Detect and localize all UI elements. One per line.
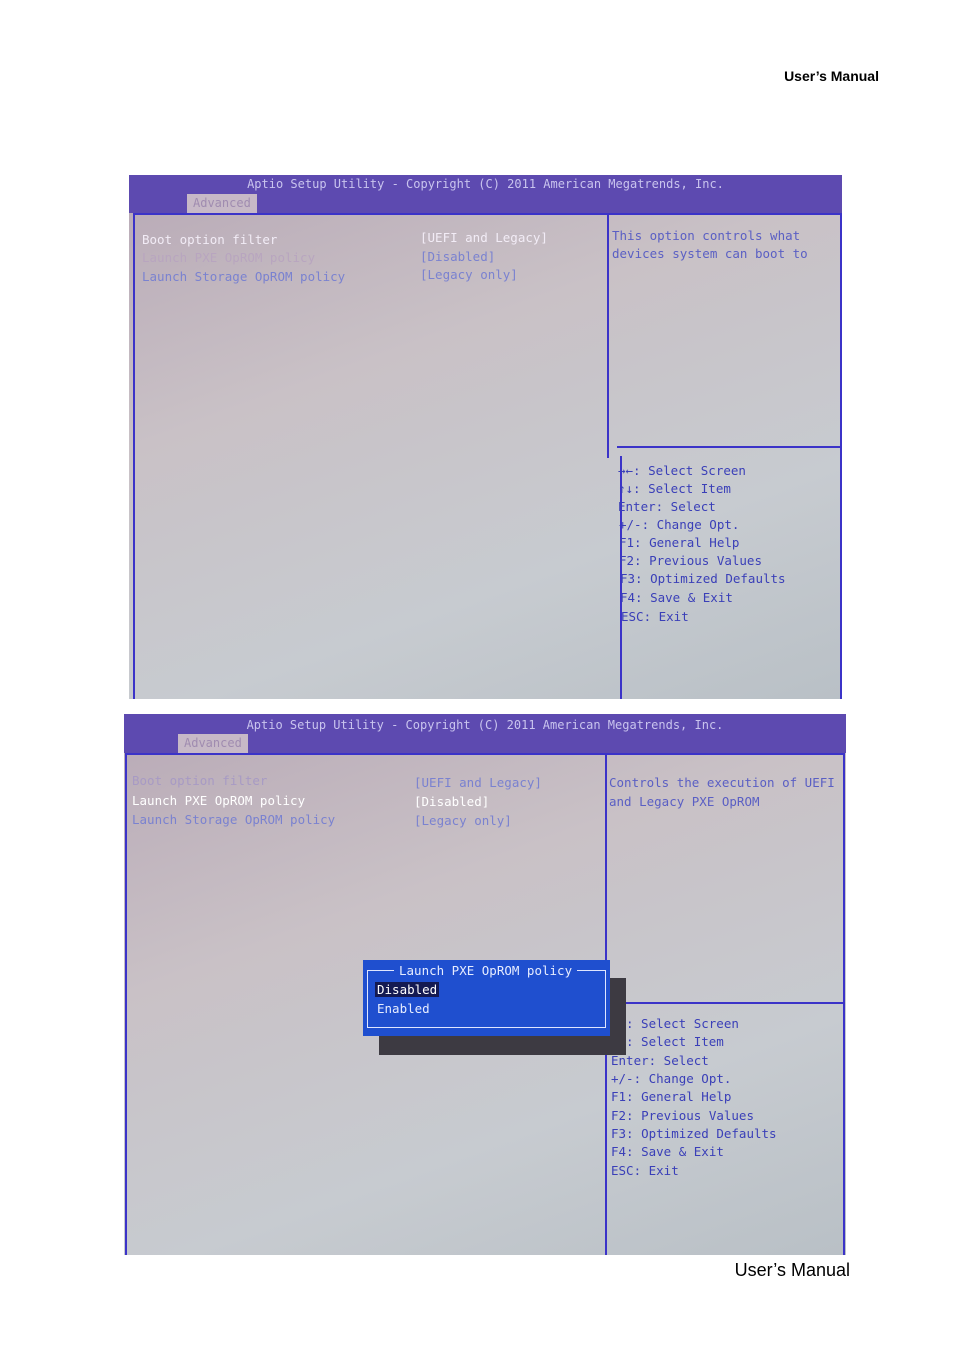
key-hint: Enter: Select [611,1053,709,1068]
value-boot-option-filter[interactable]: [UEFI and Legacy] [420,230,548,245]
key-hint: F4: Save & Exit [611,1144,724,1159]
bios-screenshot-1: Aptio Setup Utility - Copyright (C) 2011… [129,175,842,699]
key-hint: ↑↓: Select Item [618,481,731,496]
bios-title-bar: Aptio Setup Utility - Copyright (C) 2011… [129,175,842,213]
tab-advanced[interactable]: Advanced [187,194,257,213]
panel-divider [607,213,609,458]
key-hint: +/-: Change Opt. [611,1071,732,1086]
key-hint: : Select Screen [626,1016,739,1031]
page-header: User’s Manual [784,68,879,84]
row-launch-pxe[interactable]: Launch PXE OpROM policy [142,250,315,265]
key-hint: →←: Select Screen [618,463,746,478]
row-launch-storage[interactable]: Launch Storage OpROM policy [142,269,345,284]
help-text-line: This option controls what [612,228,801,243]
key-hint: ESC: Exit [621,609,689,624]
popup-frame [367,970,606,1028]
value-launch-pxe[interactable]: [Disabled] [420,249,495,264]
key-hint: F2: Previous Values [611,1108,754,1123]
key-hint: Enter: Select [618,499,716,514]
help-text-line: devices system can boot to [612,246,808,261]
key-hint: : Select Item [626,1034,724,1049]
page-footer: User’s Manual [734,1260,850,1280]
value-boot-option-filter[interactable]: [UEFI and Legacy] [414,775,542,790]
row-boot-option-filter[interactable]: Boot option filter [132,773,267,788]
bios-title: Aptio Setup Utility - Copyright (C) 2011… [246,718,724,732]
key-hint: F2: Previous Values [619,553,762,568]
bios-screenshot-2: Aptio Setup Utility - Copyright (C) 2011… [124,714,846,1255]
key-hint: ESC: Exit [611,1163,679,1178]
key-hint: +/-: Change Opt. [619,517,740,532]
key-hint: F3: Optimized Defaults [611,1126,777,1141]
bios-title-bar: Aptio Setup Utility - Copyright (C) 2011… [124,714,846,753]
value-launch-storage[interactable]: [Legacy only] [414,813,512,828]
popup-title: Launch PXE OpROM policy [394,963,578,978]
help-divider [617,446,840,448]
row-launch-pxe[interactable]: Launch PXE OpROM policy [132,793,305,808]
help-text-line: Controls the execution of UEFI [609,775,835,790]
popup-option-enabled[interactable]: Enabled [375,1001,432,1016]
value-launch-storage[interactable]: [Legacy only] [420,267,518,282]
value-launch-pxe[interactable]: [Disabled] [414,794,489,809]
tab-advanced[interactable]: Advanced [178,734,248,753]
key-hint: F1: General Help [611,1089,732,1104]
row-boot-option-filter[interactable]: Boot option filter [142,232,277,247]
help-text-line: and Legacy PXE OpROM [609,794,760,809]
key-hint: F3: Optimized Defaults [620,571,786,586]
bios-title: Aptio Setup Utility - Copyright (C) 2011… [247,177,724,191]
popup-dialog: Launch PXE OpROM policy Disabled Enabled [363,960,610,1036]
row-launch-storage[interactable]: Launch Storage OpROM policy [132,812,335,827]
popup-option-disabled[interactable]: Disabled [375,982,440,997]
main-frame [133,213,842,699]
help-divider [608,1002,844,1004]
key-hint: F1: General Help [619,535,740,550]
key-hint: F4: Save & Exit [620,590,733,605]
